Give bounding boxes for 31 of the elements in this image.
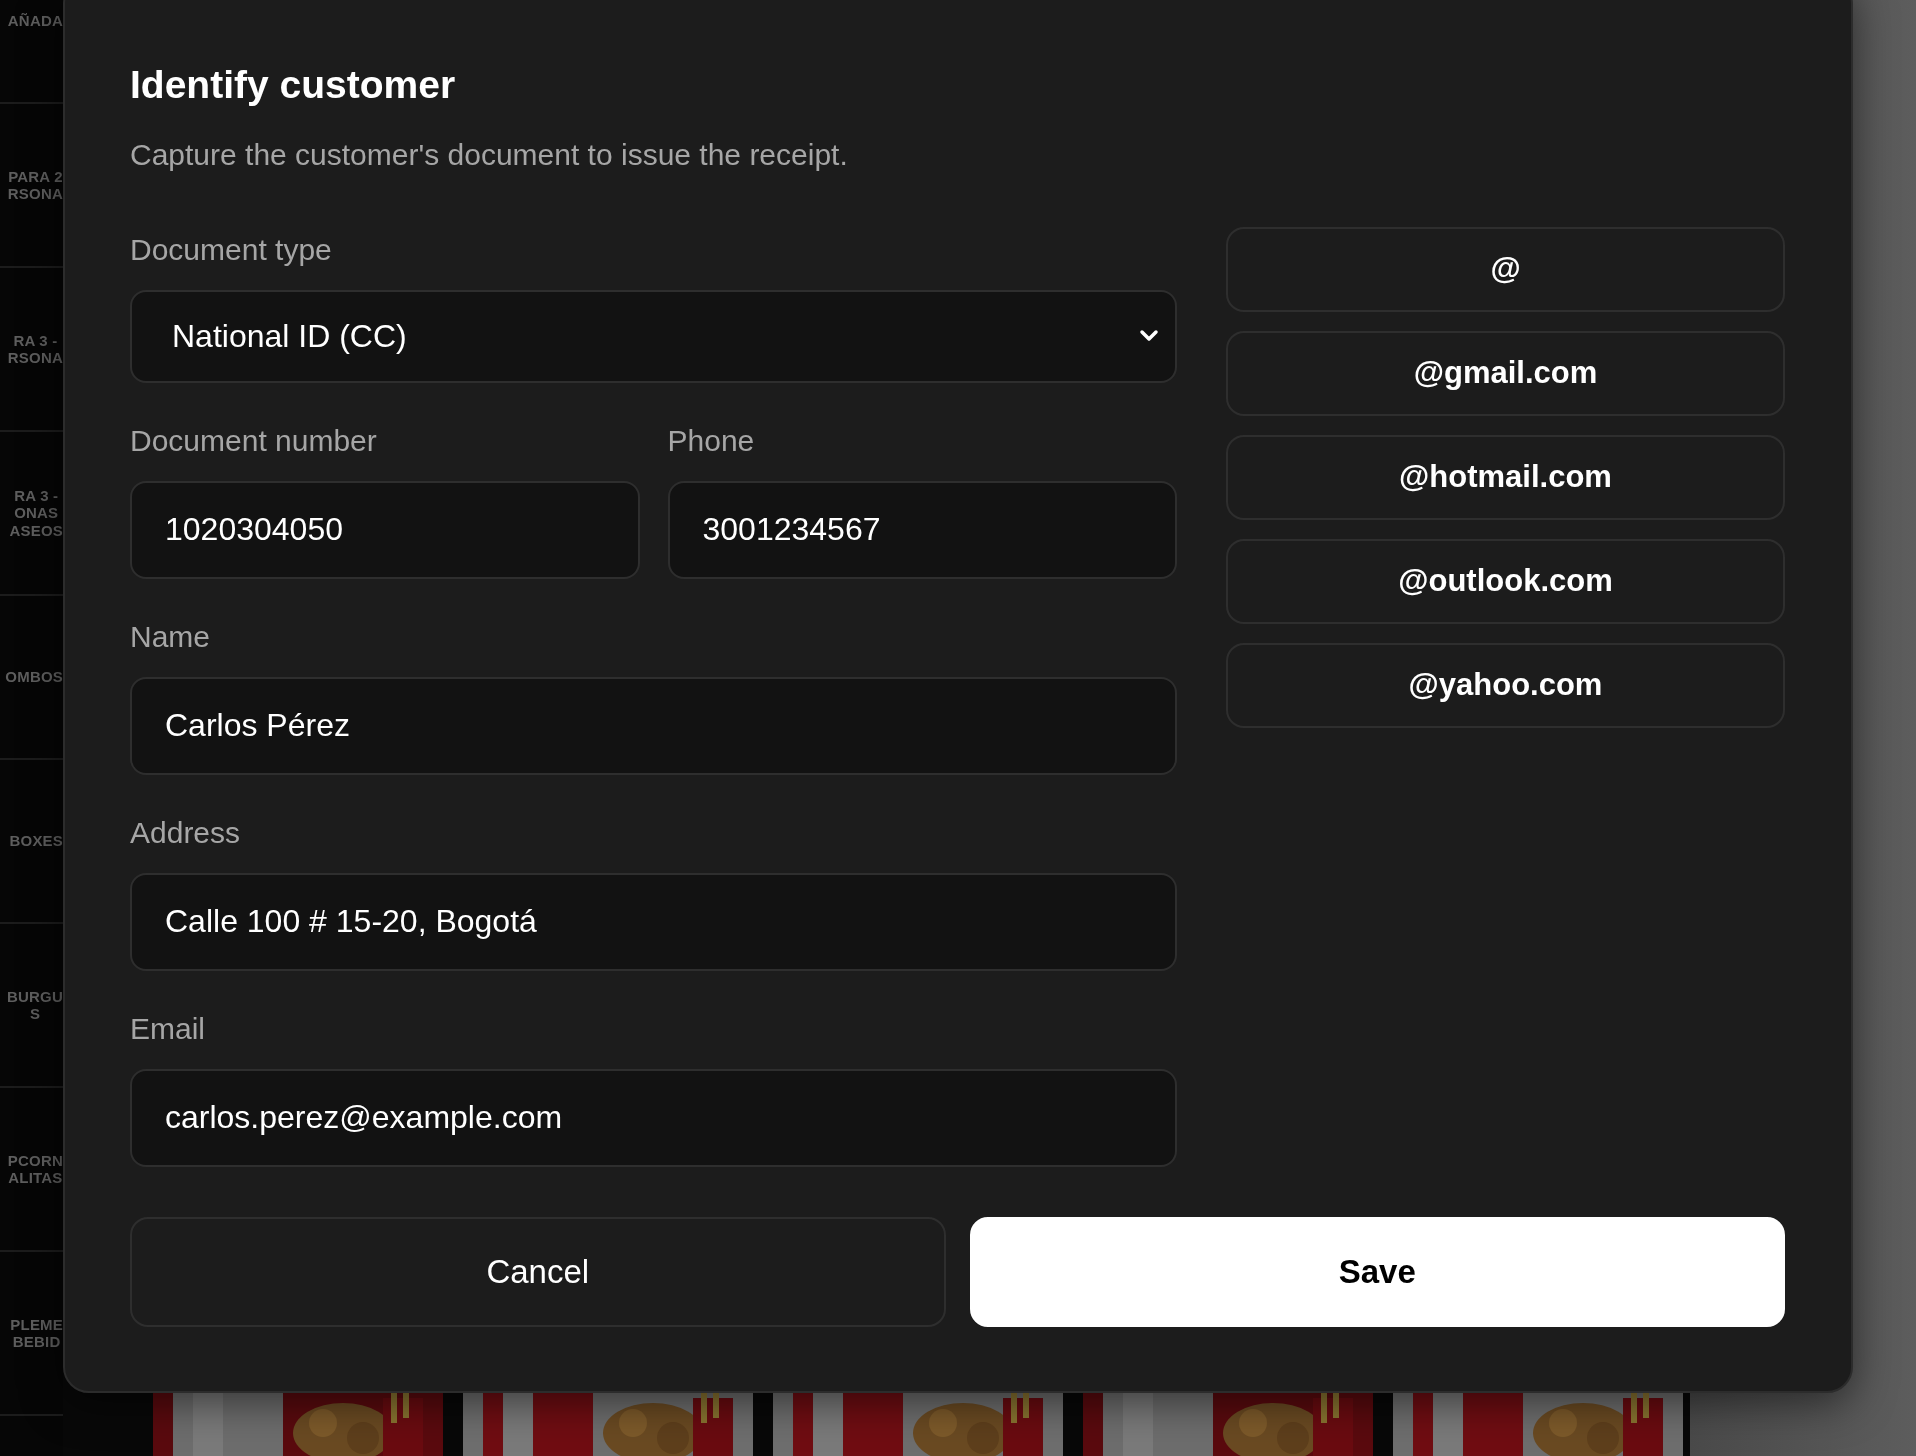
dialog-title: Identify customer [130, 62, 457, 108]
input-field[interactable]: Carlos Pérez [130, 676, 1177, 775]
field-label: Phone [667, 422, 756, 459]
cancel-button[interactable]: Cancel [130, 1216, 946, 1327]
field-label: Address [130, 814, 242, 851]
category-label: PCORN ALITAS [7, 1151, 63, 1187]
input-field[interactable]: 3001234567 [667, 480, 1177, 579]
email-domain-button[interactable]: @gmail.com [1226, 330, 1785, 416]
email-domain-button[interactable]: @outlook.com [1226, 538, 1785, 624]
save-button[interactable]: Save [969, 1216, 1785, 1327]
category-label: RA 3 - RSONA [7, 331, 63, 367]
field-label: Document number [130, 422, 378, 459]
category-label: BURGU S [7, 987, 63, 1023]
input-field[interactable]: carlos.perez@example.com [130, 1068, 1177, 1167]
input-field[interactable]: 1020304050 [130, 480, 640, 579]
input-field[interactable]: Calle 100 # 15-20, Bogotá [130, 872, 1177, 971]
chevron-down-icon [1139, 329, 1159, 344]
category-label: AÑADA [7, 12, 63, 30]
field-label: Email [130, 1010, 206, 1047]
field-label: Document type [130, 231, 333, 268]
category-label: PLEME BEBID [10, 1315, 63, 1351]
email-domain-button[interactable]: @hotmail.com [1226, 434, 1785, 520]
email-domain-button[interactable]: @ [1226, 226, 1785, 312]
document-type-select[interactable]: National ID (CC) [130, 289, 1177, 383]
category-label: OMBOS [5, 668, 63, 686]
category-label: BOXES [9, 832, 63, 850]
email-domain-button[interactable]: @yahoo.com [1226, 642, 1785, 728]
category-label: PARA 2 RSONA [7, 167, 63, 203]
category-label: RA 3 - ONAS ASEOS [9, 487, 63, 539]
field-label: Name [130, 618, 212, 655]
dialog-subtitle: Capture the customer's document to issue the receipt. [130, 136, 849, 173]
